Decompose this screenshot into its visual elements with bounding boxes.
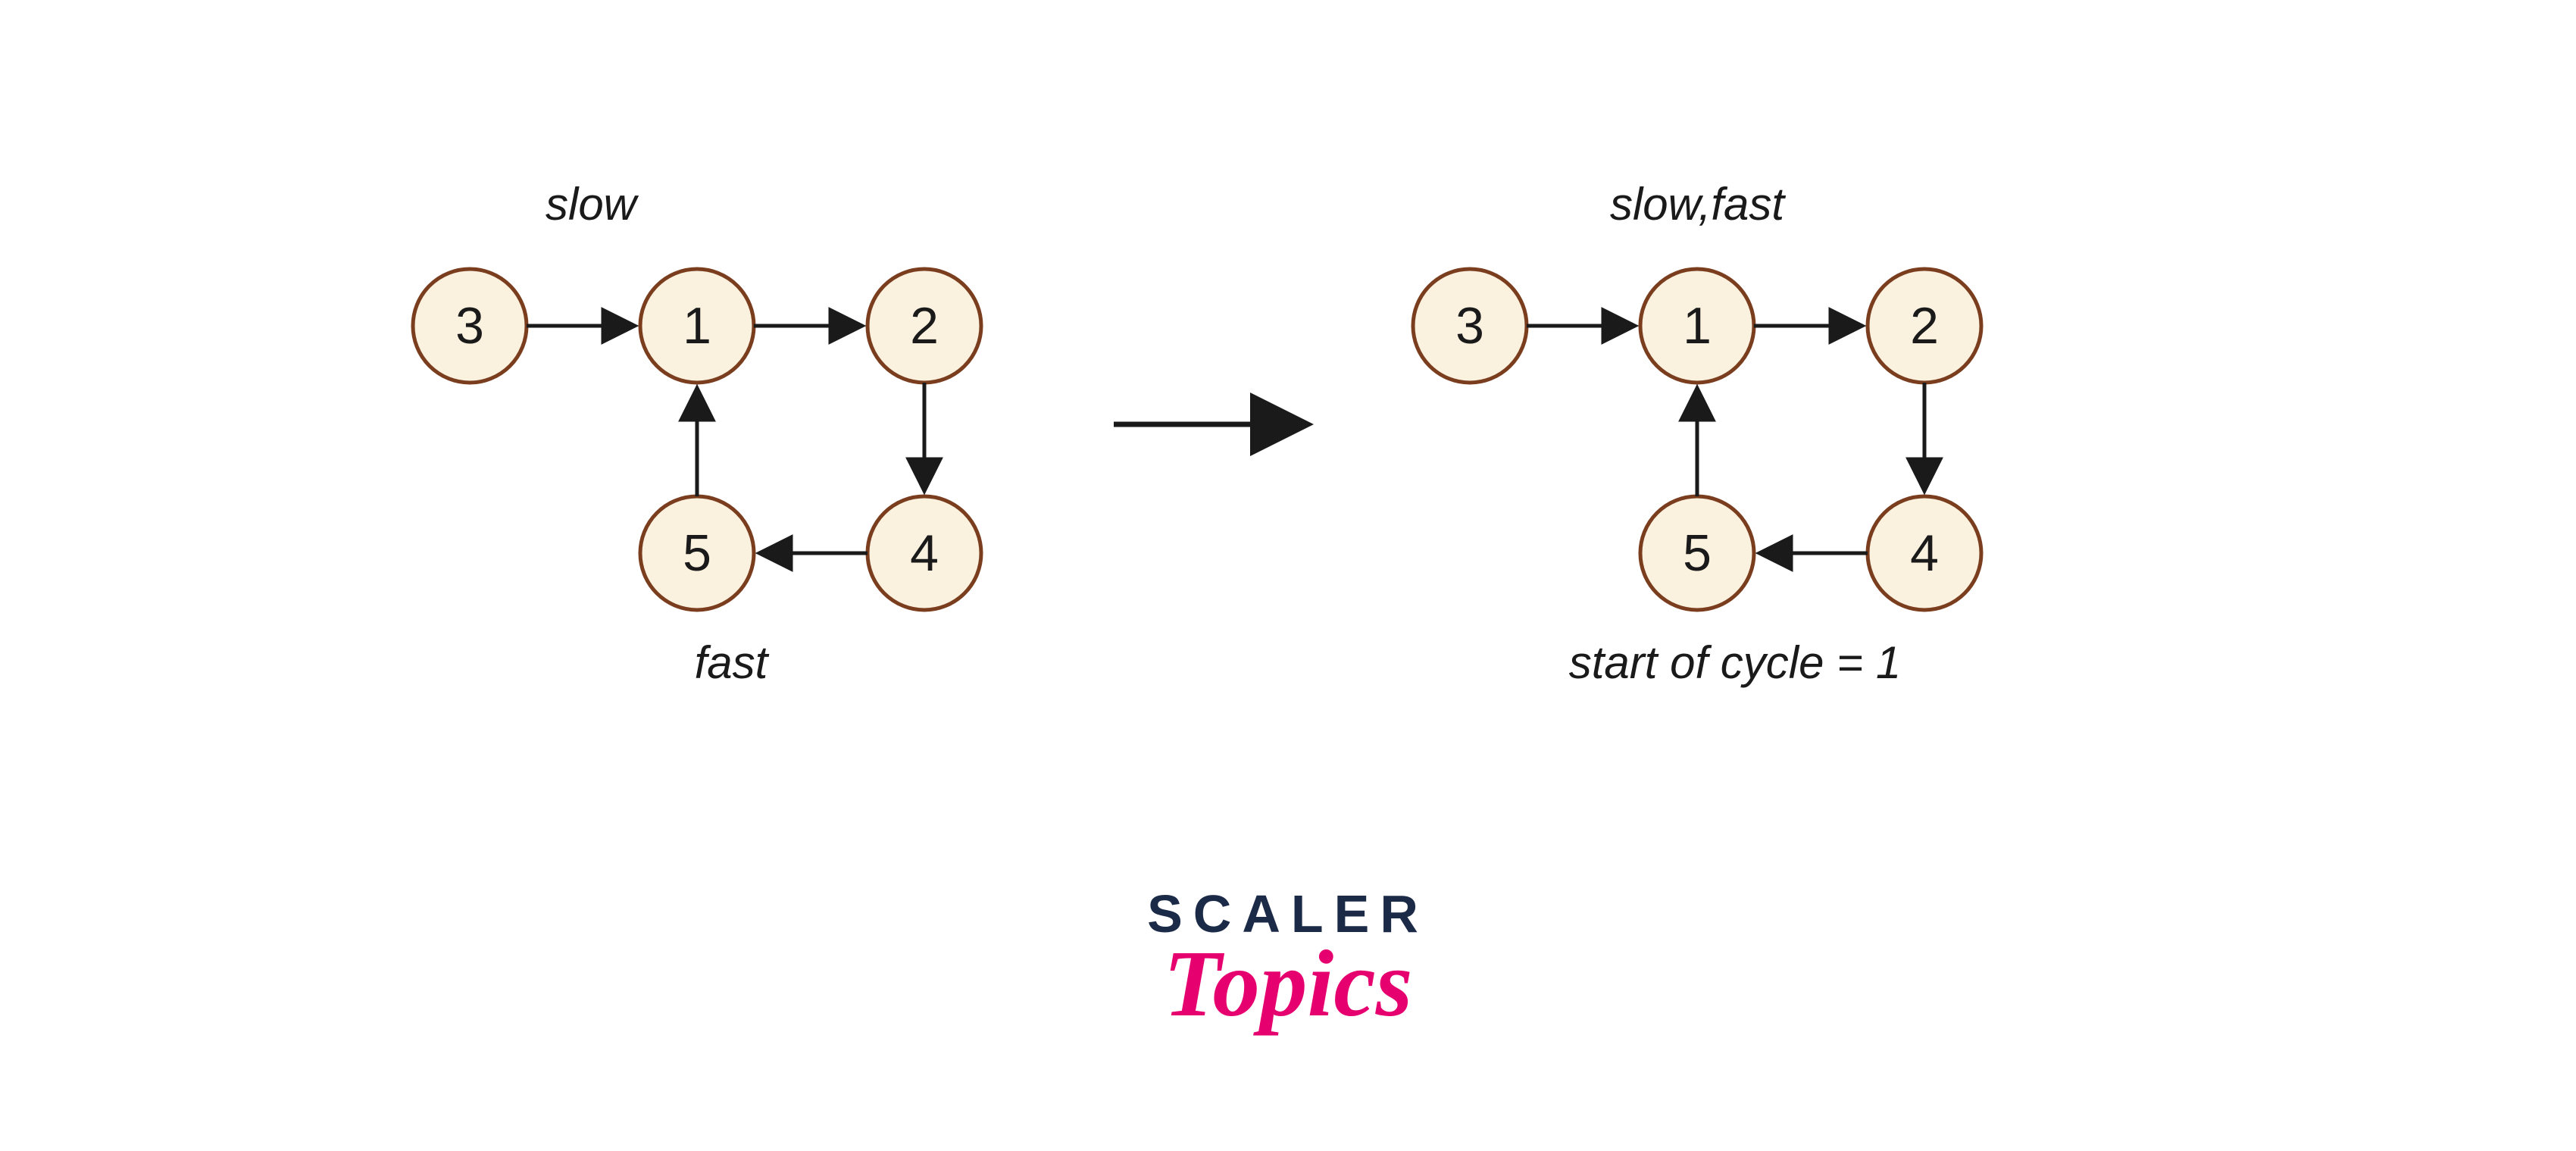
node-5: 5: [640, 496, 754, 610]
right-bottom-label: start of cycle = 1: [1569, 637, 1902, 688]
svg-text:5: 5: [1683, 524, 1712, 582]
left-graph: slow 3 1 2 5 4 fast: [413, 179, 981, 688]
node-4: 4: [868, 496, 981, 610]
svg-text:4: 4: [910, 524, 939, 582]
node-1: 1: [1640, 269, 1754, 383]
svg-text:5: 5: [683, 524, 711, 582]
node-1: 1: [640, 269, 754, 383]
svg-text:2: 2: [910, 297, 939, 355]
right-graph: slow,fast 3 1 2 5 4 start of cycle = 1: [1413, 179, 1981, 688]
scaler-topics-logo: SCALER Topics: [1147, 884, 1429, 1037]
node-3: 3: [413, 269, 527, 383]
node-2: 2: [868, 269, 981, 383]
svg-text:1: 1: [683, 297, 711, 355]
logo-line2: Topics: [1164, 932, 1413, 1037]
svg-text:2: 2: [1910, 297, 1939, 355]
node-2: 2: [1868, 269, 1981, 383]
svg-text:4: 4: [1910, 524, 1939, 582]
svg-text:3: 3: [455, 297, 484, 355]
svg-text:3: 3: [1455, 297, 1484, 355]
node-5: 5: [1640, 496, 1754, 610]
diagram-canvas: slow 3 1 2 5 4 fast s: [0, 0, 2576, 1151]
left-bottom-label: fast: [695, 637, 770, 688]
right-top-label: slow,fast: [1610, 179, 1786, 230]
svg-text:1: 1: [1683, 297, 1712, 355]
node-3: 3: [1413, 269, 1527, 383]
node-4: 4: [1868, 496, 1981, 610]
left-top-label: slow: [546, 179, 639, 230]
